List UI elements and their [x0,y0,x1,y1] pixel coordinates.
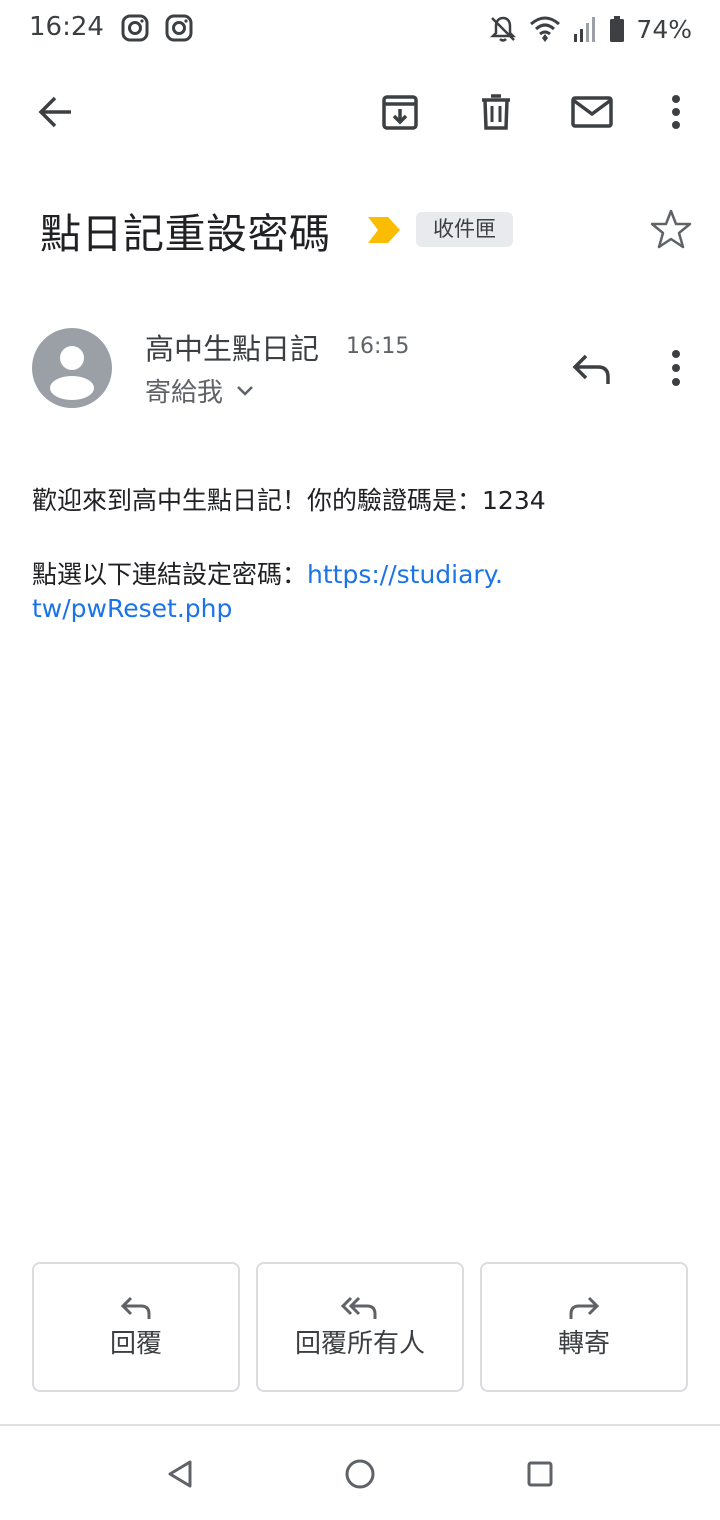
sent-time: 16:15 [346,334,410,359]
battery-percent: 74% [636,14,692,44]
avatar[interactable] [32,328,112,408]
body-line: 歡迎來到高中生點日記！你的驗證碼是：1234 [32,486,546,515]
recipient-label: 寄給我 [145,378,224,408]
email-body: 歡迎來到高中生點日記！你的驗證碼是：1234 點選以下連結設定密碼：https:… [32,484,672,666]
mail-icon [571,96,613,128]
importance-marker-icon[interactable] [366,215,402,245]
system-nav-bar [0,1424,720,1520]
instagram-icon [121,14,149,42]
toolbar [0,70,720,154]
reply-all-button[interactable]: 回覆所有人 [256,1262,464,1392]
subject-row: 點日記重設密碼 收件匣 [40,196,700,266]
nav-back-icon[interactable] [162,1456,198,1492]
reply-icon [120,1296,151,1319]
recipient-details-toggle[interactable]: 寄給我 [145,372,255,409]
back-arrow-icon [38,96,71,128]
body-line: 點選以下連結設定密碼：https://studiary. tw/pwReset.p… [32,558,672,626]
inbox-label-chip[interactable]: 收件匣 [416,212,513,247]
forward-label: 轉寄 [557,1328,610,1359]
reply-all-icon [341,1296,377,1319]
forward-icon [569,1296,600,1319]
star-icon[interactable] [650,208,692,250]
person-icon [50,346,94,400]
back-button[interactable] [33,90,77,134]
more-vert-icon[interactable] [656,346,696,390]
more-options-button[interactable] [654,90,698,134]
delete-button[interactable] [474,90,518,134]
status-time: 16:24 [29,12,104,42]
body-text-prefix: 點選以下連結設定密碼： [32,560,308,589]
wifi-icon [530,16,561,42]
signal-icon [574,17,596,42]
sender-name: 高中生點日記 [145,332,320,366]
chevron-down-icon [237,385,253,396]
mark-unread-button[interactable] [570,90,614,134]
status-bar: 16:24 74% [0,0,720,58]
instagram-icon [165,14,193,42]
reply-all-label: 回覆所有人 [294,1328,425,1359]
email-subject: 點日記重設密碼 [40,210,331,258]
reply-icon[interactable] [570,350,614,390]
sender-header: 高中生點日記 16:15 寄給我 [0,320,720,420]
nav-home-icon[interactable] [342,1456,378,1492]
delete-icon [482,94,510,130]
reply-label: 回覆 [109,1328,162,1359]
forward-button[interactable]: 轉寄 [480,1262,688,1392]
archive-icon [382,95,418,130]
action-buttons: 回覆 回覆所有人 轉寄 [32,1262,688,1392]
reply-button[interactable]: 回覆 [32,1262,240,1392]
reset-link[interactable]: tw/pwReset.php [32,594,232,623]
reset-link[interactable]: https://studiary. [307,560,503,589]
notifications-off-icon [490,16,517,42]
archive-button[interactable] [378,90,422,134]
nav-recents-icon[interactable] [522,1456,558,1492]
more-vert-icon [672,95,680,129]
battery-icon [610,16,625,42]
